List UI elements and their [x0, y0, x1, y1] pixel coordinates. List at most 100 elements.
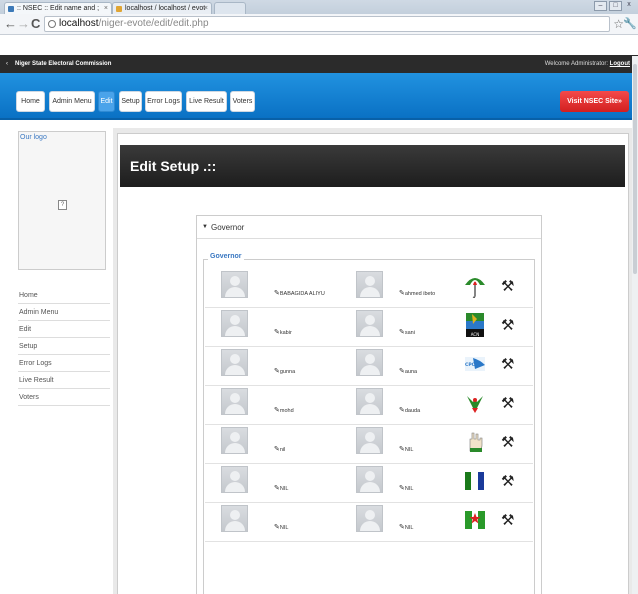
avatar-body-shape — [225, 521, 245, 531]
page-info-icon[interactable] — [48, 20, 56, 28]
nav-home-button[interactable]: Home — [16, 91, 45, 112]
candidate-name-text: gunna — [279, 369, 296, 375]
nsec-favicon-icon — [8, 6, 14, 12]
running-mate-name-text: sani — [404, 330, 415, 336]
avatar-body-shape — [225, 365, 245, 375]
avatar-body-shape — [360, 443, 380, 453]
close-tab-icon[interactable]: × — [204, 3, 208, 14]
tab-title: :: NSEC :: Edit name and ; — [17, 5, 100, 12]
avatar-body-shape — [225, 404, 245, 414]
tools-icon[interactable]: ⚒ — [501, 396, 514, 411]
sidebar-item-home[interactable]: Home — [18, 287, 110, 304]
svg-text:ACN: ACN — [471, 332, 479, 337]
avatar-head-shape — [365, 393, 375, 403]
running-mate-photo — [356, 466, 383, 493]
tools-icon[interactable]: ⚒ — [501, 513, 514, 528]
candidate-name[interactable]: ✎NIL — [274, 523, 288, 531]
nav-live-result-button[interactable]: Live Result — [186, 91, 227, 112]
sidebar-menu: Home Admin Menu Edit Setup Error Logs Li… — [18, 287, 110, 406]
tools-icon[interactable]: ⚒ — [501, 474, 514, 489]
window-controls: – □ x — [594, 1, 634, 11]
running-mate-photo — [356, 388, 383, 415]
candidate-row: ✎kabir ✎sani ACN ⚒ — [205, 308, 533, 347]
sidebar-item-voters[interactable]: Voters — [18, 389, 110, 406]
scrollbar-thumb[interactable] — [633, 64, 637, 274]
running-mate-name[interactable]: ✎ahmed ibeto — [399, 289, 435, 297]
browser-tab-phpmyadmin[interactable]: localhost / localhost / evot × — [112, 2, 212, 14]
vertical-scrollbar[interactable] — [632, 56, 638, 594]
avatar-body-shape — [225, 482, 245, 492]
candidate-name-text: mohd — [279, 408, 294, 414]
nav-admin-menu-button[interactable]: Admin Menu — [49, 91, 95, 112]
avatar-head-shape — [230, 471, 240, 481]
sidebar-item-live-result[interactable]: Live Result — [18, 372, 110, 389]
avatar-head-shape — [365, 471, 375, 481]
running-mate-name[interactable]: ✎dauda — [399, 406, 420, 414]
candidate-photo — [221, 310, 248, 337]
maximize-icon[interactable]: □ — [609, 1, 622, 11]
running-mate-name[interactable]: ✎NIL — [399, 445, 413, 453]
candidate-name-text: NIL — [279, 525, 289, 531]
candidate-name-text: NIL — [279, 486, 289, 492]
chevron-left-icon[interactable]: ‹ — [6, 55, 8, 73]
candidate-photo — [221, 427, 248, 454]
candidate-name[interactable]: ✎NIL — [274, 484, 288, 492]
sidebar-item-admin-menu[interactable]: Admin Menu — [18, 304, 110, 321]
candidate-row: ✎mohd ✎dauda ⚒ — [205, 386, 533, 425]
running-mate-name[interactable]: ✎NIL — [399, 484, 413, 492]
address-bar[interactable]: localhost/niger-evote/edit/edit.php — [44, 16, 610, 32]
candidate-name[interactable]: ✎gunna — [274, 367, 295, 375]
nav-voters-button[interactable]: Voters — [230, 91, 255, 112]
nav-edit-button[interactable]: Edit — [98, 91, 115, 112]
governor-accordion-header[interactable]: ▼ Governor — [197, 216, 541, 239]
candidate-name[interactable]: ✎mohd — [274, 406, 294, 414]
logout-link[interactable]: Logout — [610, 61, 630, 67]
candidate-name[interactable]: ✎BABAGIDA ALIYU — [274, 289, 325, 297]
avatar-body-shape — [360, 521, 380, 531]
avatar-head-shape — [230, 510, 240, 520]
candidate-name[interactable]: ✎nil — [274, 445, 285, 453]
forward-arrow-icon[interactable]: → — [17, 16, 30, 32]
back-arrow-icon[interactable]: ← — [4, 16, 17, 32]
tools-icon[interactable]: ⚒ — [501, 318, 514, 333]
running-mate-name-text: dauda — [404, 408, 421, 414]
avatar-head-shape — [365, 315, 375, 325]
avatar-body-shape — [360, 365, 380, 375]
nav-error-logs-button[interactable]: Error Logs — [145, 91, 182, 112]
avatar-head-shape — [365, 510, 375, 520]
sidebar-item-error-logs[interactable]: Error Logs — [18, 355, 110, 372]
minimize-icon[interactable]: – — [594, 1, 607, 11]
tab-title: localhost / localhost / evot — [125, 5, 206, 12]
browser-tab-nsec[interactable]: :: NSEC :: Edit name and ; × — [4, 2, 112, 14]
running-mate-name-text: auna — [404, 369, 418, 375]
candidate-name-text: nil — [279, 447, 286, 453]
avatar-body-shape — [360, 287, 380, 297]
tools-icon[interactable]: ⚒ — [501, 279, 514, 294]
fieldset-legend: Governor — [208, 253, 244, 260]
candidate-row: ✎gunna ✎auna CPC ⚒ — [205, 347, 533, 386]
site-brand[interactable]: Niger State Electoral Commission — [15, 55, 111, 73]
avatar-head-shape — [230, 432, 240, 442]
visit-nsec-site-button[interactable]: Visit NSEC Site» — [560, 91, 629, 112]
sidebar-item-setup[interactable]: Setup — [18, 338, 110, 355]
running-mate-name[interactable]: ✎sani — [399, 328, 415, 336]
avatar-head-shape — [365, 432, 375, 442]
reload-icon[interactable]: C — [31, 16, 40, 32]
acn-logo-icon: ACN — [464, 312, 486, 338]
wrench-menu-icon[interactable]: 🔧 — [623, 17, 637, 30]
broken-image-icon: ? — [58, 200, 67, 210]
running-mate-photo — [356, 271, 383, 298]
candidate-name[interactable]: ✎kabir — [274, 328, 292, 336]
candidate-photo — [221, 466, 248, 493]
url-path: /niger-evote/edit/edit.php — [98, 18, 209, 29]
tools-icon[interactable]: ⚒ — [501, 357, 514, 372]
running-mate-name[interactable]: ✎auna — [399, 367, 417, 375]
nav-setup-button[interactable]: Setup — [119, 91, 142, 112]
close-window-icon[interactable]: x — [624, 1, 634, 11]
sidebar-item-edit[interactable]: Edit — [18, 321, 110, 338]
new-tab-button[interactable] — [214, 2, 246, 14]
tools-icon[interactable]: ⚒ — [501, 435, 514, 450]
avatar-head-shape — [230, 354, 240, 364]
running-mate-name[interactable]: ✎NIL — [399, 523, 413, 531]
close-tab-icon[interactable]: × — [104, 3, 108, 14]
